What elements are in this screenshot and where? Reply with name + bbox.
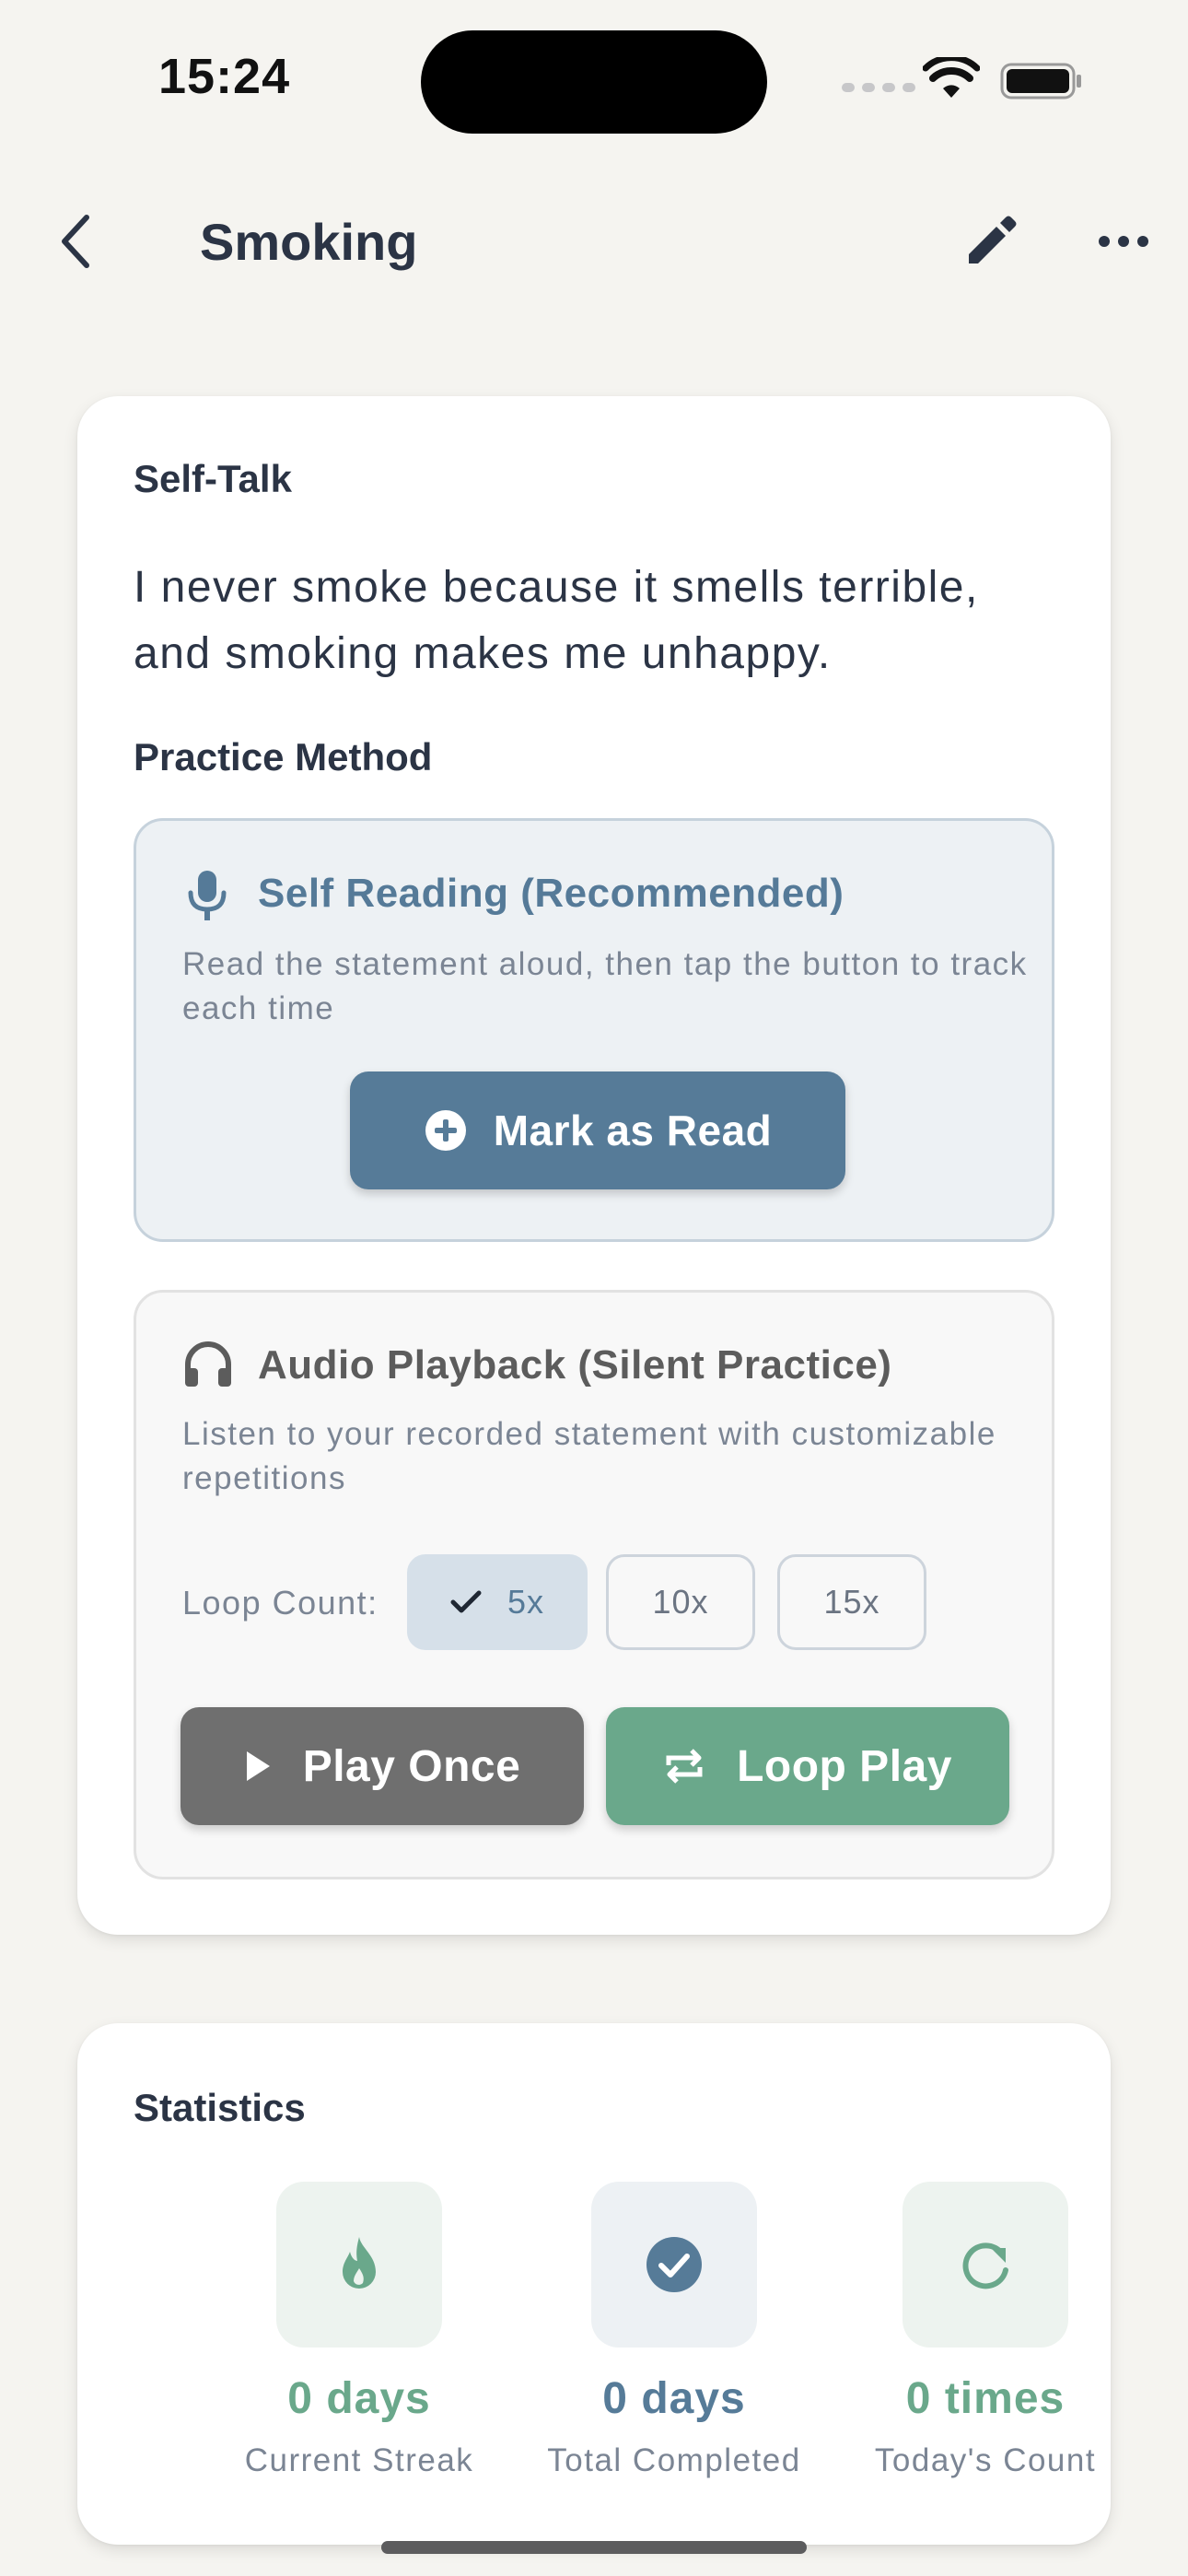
stat-value: 0 days <box>287 2374 431 2423</box>
loop-option-10x[interactable]: 10x <box>606 1554 755 1650</box>
stat-total-completed: 0 days Total Completed <box>518 2182 831 2479</box>
self-reading-panel: Self Reading (Recommended) Read the stat… <box>134 818 1054 1242</box>
self-talk-card: Self-Talk I never smoke because it smell… <box>77 396 1111 1935</box>
checkmark-icon <box>450 1590 482 1613</box>
microphone-icon <box>188 871 227 920</box>
loop-play-label: Loop Play <box>737 1741 952 1791</box>
loop-count-label: Loop Count: <box>182 1584 379 1622</box>
repeat-icon <box>666 1749 703 1784</box>
more-options-button[interactable] <box>1087 205 1160 278</box>
stat-tile <box>903 2182 1068 2348</box>
statistics-card: Statistics 0 days Current Streak 0 days … <box>77 2023 1111 2545</box>
audio-playback-panel: Audio Playback (Silent Practice) Listen … <box>134 1290 1054 1879</box>
battery-icon <box>1000 63 1081 100</box>
self-reading-title: Self Reading (Recommended) <box>258 871 844 916</box>
loop-option-label: 5x <box>507 1583 545 1621</box>
headphones-icon <box>185 1341 231 1387</box>
stat-todays-count: 0 times Today's Count <box>829 2182 1142 2479</box>
audio-playback-title: Audio Playback (Silent Practice) <box>258 1342 892 1388</box>
loop-option-5x[interactable]: 5x <box>407 1554 588 1650</box>
stat-current-streak: 0 days Current Streak <box>203 2182 516 2479</box>
stat-tile <box>276 2182 442 2348</box>
page-title: Smoking <box>200 213 418 271</box>
play-once-label: Play Once <box>302 1741 521 1791</box>
mark-as-read-label: Mark as Read <box>493 1107 773 1154</box>
play-once-button[interactable]: Play Once <box>181 1707 584 1825</box>
self-talk-label: Self-Talk <box>134 457 292 500</box>
practice-method-label: Practice Method <box>134 735 433 779</box>
refresh-icon <box>962 2242 1008 2289</box>
mark-as-read-button[interactable]: Mark as Read <box>350 1071 845 1189</box>
plus-circle-icon <box>425 1110 466 1151</box>
cellular-signal-icon <box>842 83 915 92</box>
stat-value: 0 days <box>602 2374 746 2423</box>
dynamic-island <box>421 30 767 134</box>
check-circle-icon <box>646 2237 702 2292</box>
loop-option-label: 10x <box>652 1583 709 1621</box>
loop-option-15x[interactable]: 15x <box>777 1554 926 1650</box>
ellipsis-icon <box>1099 236 1148 247</box>
status-time: 15:24 <box>158 49 291 104</box>
self-talk-statement: I never smoke because it smells terrible… <box>134 563 979 678</box>
stat-caption: Current Streak <box>244 2442 474 2478</box>
wifi-icon <box>923 57 980 98</box>
flame-icon <box>343 2237 376 2289</box>
stat-tile <box>591 2182 757 2348</box>
back-button[interactable] <box>48 205 103 278</box>
audio-playback-description: Listen to your recorded statement with c… <box>182 1416 996 1496</box>
loop-option-label: 15x <box>823 1583 880 1621</box>
loop-play-button[interactable]: Loop Play <box>606 1707 1009 1825</box>
stat-value: 0 times <box>905 2374 1066 2423</box>
play-icon <box>246 1751 270 1781</box>
edit-button[interactable] <box>954 205 1028 278</box>
home-indicator[interactable] <box>381 2541 807 2554</box>
pencil-icon <box>969 216 1017 263</box>
chevron-left-icon <box>62 215 89 268</box>
self-reading-description: Read the statement aloud, then tap the b… <box>182 946 1028 1026</box>
stat-caption: Total Completed <box>547 2442 801 2478</box>
stat-caption: Today's Count <box>874 2442 1097 2478</box>
statistics-label: Statistics <box>134 2086 306 2129</box>
